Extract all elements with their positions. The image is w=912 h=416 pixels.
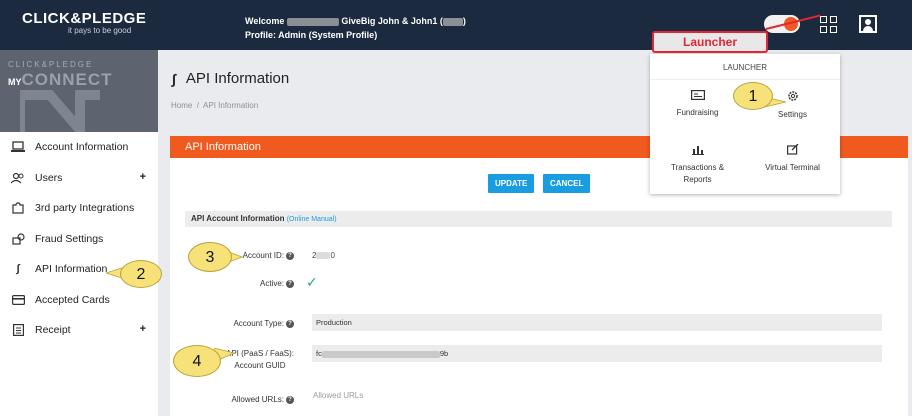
redacted-account-id xyxy=(316,252,331,260)
update-button[interactable]: UPDATE xyxy=(488,174,535,193)
callout-bubble-4: 4 xyxy=(173,345,221,377)
guid-field: fc 9b xyxy=(312,345,882,362)
help-icon[interactable]: ? xyxy=(286,395,294,404)
cancel-button[interactable]: CANCEL xyxy=(543,174,591,193)
sidebar-item-accepted-cards[interactable]: Accepted Cards xyxy=(0,285,158,316)
help-icon[interactable]: ? xyxy=(286,279,294,288)
callout-bubble-1: 1 xyxy=(733,82,773,110)
users-icon xyxy=(10,171,26,185)
launcher-virtual-terminal[interactable]: Virtual Terminal xyxy=(745,143,840,174)
allowed-urls-input[interactable]: Allowed URLs xyxy=(313,391,363,400)
account-type-field: Production xyxy=(312,314,882,331)
page-title: ∫ API Information xyxy=(172,70,290,87)
online-manual-link[interactable]: (Online Manual) xyxy=(287,216,337,223)
puzzle-icon xyxy=(10,201,26,215)
profile-line: Profile: Admin (System Profile) xyxy=(245,30,378,40)
key-icon xyxy=(10,232,26,246)
api-icon: ∫ xyxy=(172,70,176,87)
active-checkmark-icon[interactable]: ✓ xyxy=(306,274,318,291)
sidebar-item-3rd-party-integrations[interactable]: 3rd party Integrations xyxy=(0,193,158,224)
breadcrumb-current: API Information xyxy=(203,101,259,110)
active-label: Active:? xyxy=(230,279,294,288)
redacted-guid xyxy=(321,350,440,358)
myconnect-logo-icon xyxy=(20,90,100,132)
launcher-transactions-reports[interactable]: Transactions & Reports xyxy=(650,144,745,186)
launcher-grid-icon[interactable] xyxy=(820,16,838,34)
laptop-icon xyxy=(10,140,26,154)
sidebar-brand: CLICK&PLEDGE MYCONNECT xyxy=(0,50,158,132)
expand-plus-icon[interactable]: + xyxy=(140,323,146,335)
launcher-header: LAUNCHER xyxy=(650,54,840,80)
logo[interactable]: CLICK&PLEDGE it pays to be good xyxy=(22,10,146,35)
sidebar-item-users[interactable]: Users + xyxy=(0,163,158,194)
callout-bubble-3: 3 xyxy=(188,242,232,272)
breadcrumb: Home / API Information xyxy=(171,101,259,110)
api-icon: ∫ xyxy=(16,263,20,276)
sidebar-item-receipt[interactable]: Receipt + xyxy=(0,315,158,346)
sidebar-item-fraud-settings[interactable]: Fraud Settings xyxy=(0,224,158,255)
expand-plus-icon[interactable]: + xyxy=(140,171,146,183)
card-icon xyxy=(10,293,26,307)
account-type-label: Account Type:? xyxy=(210,319,294,328)
account-id-value: 20 xyxy=(312,251,335,260)
section-header: API Account Information (Online Manual) xyxy=(185,211,892,227)
launcher-callout: Launcher xyxy=(652,31,768,53)
logo-tagline: it pays to be good xyxy=(68,26,132,35)
help-icon[interactable]: ? xyxy=(286,319,294,328)
receipt-icon xyxy=(10,323,26,337)
launcher-fundraising[interactable]: Fundraising xyxy=(650,90,745,119)
help-icon[interactable]: ? xyxy=(286,251,294,260)
redacted-id xyxy=(442,17,463,26)
launcher-menu: LAUNCHER Fundraising Settings Transactio… xyxy=(650,54,840,194)
breadcrumb-home[interactable]: Home xyxy=(171,101,192,110)
callout-bubble-2: 2 xyxy=(120,260,162,288)
terminal-icon xyxy=(745,143,840,158)
bar-chart-icon xyxy=(650,144,745,158)
profile-icon[interactable] xyxy=(859,15,877,33)
sidebar-item-account-information[interactable]: Account Information xyxy=(0,132,158,163)
redacted-name xyxy=(286,17,339,26)
logo-text: CLICK&PLEDGE xyxy=(22,10,147,27)
fundraising-icon xyxy=(650,90,745,103)
welcome-text: Welcome GiveBig John & John1 () Profile:… xyxy=(245,16,466,40)
allowed-urls-label: Allowed URLs:? xyxy=(210,395,294,404)
